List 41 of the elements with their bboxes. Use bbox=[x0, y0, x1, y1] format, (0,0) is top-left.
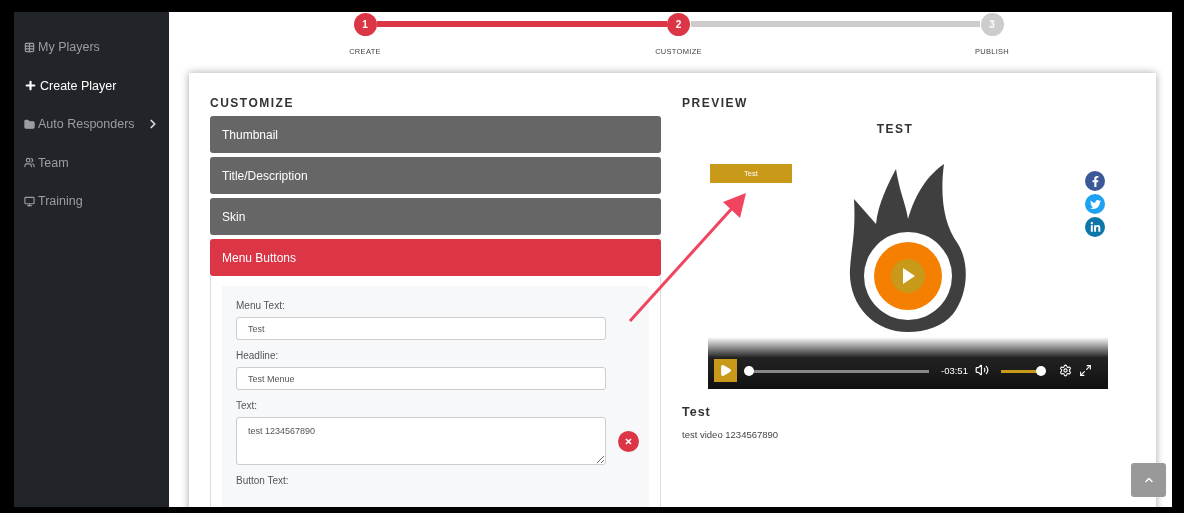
fullscreen-icon[interactable] bbox=[1078, 364, 1092, 377]
field-label: Text: bbox=[236, 400, 259, 411]
volume-thumb[interactable] bbox=[1035, 366, 1046, 376]
field-label: Button Text: bbox=[236, 475, 290, 486]
monitor-icon bbox=[24, 195, 35, 207]
table-icon bbox=[24, 41, 35, 53]
play-icon bbox=[719, 364, 732, 377]
sidebar-item[interactable]: Create Player bbox=[14, 66, 169, 105]
field-label: Headline: bbox=[236, 350, 280, 361]
sidebar-item[interactable]: Auto Responders bbox=[14, 105, 169, 144]
remove-button[interactable] bbox=[618, 430, 639, 452]
users-icon bbox=[24, 157, 35, 169]
plus-icon bbox=[24, 79, 37, 93]
accordion-header[interactable]: Skin bbox=[210, 198, 661, 235]
progress-thumb[interactable] bbox=[744, 366, 754, 376]
accordion-header[interactable]: Menu Buttons bbox=[210, 239, 661, 276]
twitter-icon[interactable] bbox=[1085, 194, 1105, 214]
sidebar-item[interactable]: My Players bbox=[14, 28, 169, 67]
input-field[interactable]: Test Menue bbox=[236, 367, 606, 390]
time-remaining: -03:51 bbox=[941, 365, 968, 376]
close-icon bbox=[625, 437, 632, 445]
step-circle: 2 bbox=[667, 13, 690, 36]
folder-icon bbox=[24, 118, 35, 130]
section-heading: CUSTOMIZE bbox=[210, 96, 295, 110]
video-title: TEST bbox=[875, 122, 915, 136]
section-heading: PREVIEW bbox=[682, 96, 749, 110]
field-label: Menu Text: bbox=[236, 300, 286, 311]
volume-icon[interactable] bbox=[974, 363, 989, 377]
linkedin-icon[interactable] bbox=[1085, 217, 1105, 237]
input-field[interactable]: Test bbox=[236, 317, 606, 340]
sidebar-item[interactable]: Training bbox=[14, 182, 169, 221]
facebook-icon[interactable] bbox=[1085, 171, 1105, 191]
accordion-header[interactable]: Title/Description bbox=[210, 157, 661, 194]
caption-title: Test bbox=[682, 405, 712, 419]
play-button[interactable] bbox=[714, 359, 737, 382]
step-circle: 1 bbox=[353, 13, 377, 36]
settings-icon[interactable] bbox=[1058, 364, 1072, 377]
text-area[interactable]: test 1234567890 bbox=[236, 417, 606, 465]
sidebar-item[interactable]: Team bbox=[14, 143, 169, 182]
accordion-header[interactable]: Thumbnail bbox=[210, 116, 661, 153]
caption-text: test video 1234567890 bbox=[682, 429, 780, 440]
